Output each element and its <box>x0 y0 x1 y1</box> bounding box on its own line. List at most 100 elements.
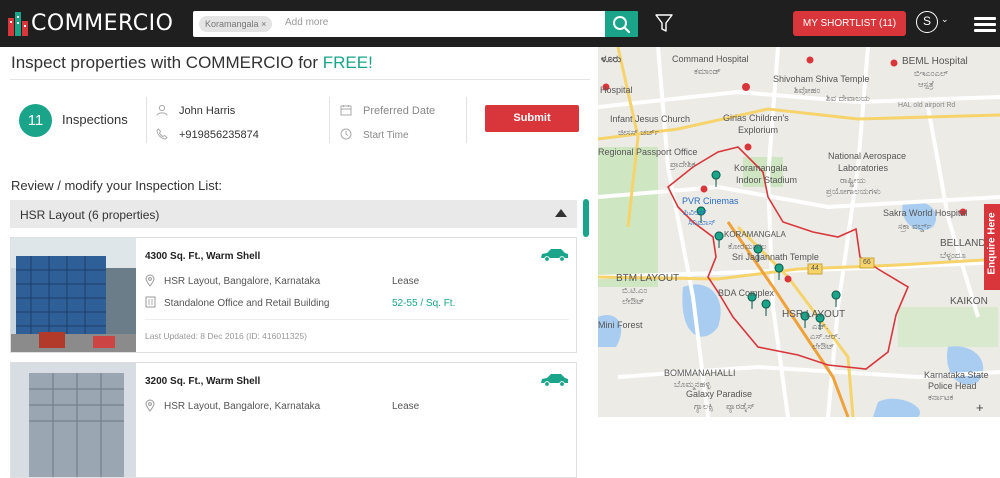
listing-title[interactable]: 3200 Sq. Ft., Warm Shell <box>145 376 260 387</box>
map-label: Sakra World Hospital <box>883 208 968 218</box>
property-card[interactable]: 3200 Sq. Ft., Warm Shell HSR Layout, Ban… <box>10 362 577 478</box>
search-input[interactable]: Add more <box>285 17 328 28</box>
contact-phone[interactable]: +919856235874 <box>179 129 259 141</box>
building-icon <box>145 296 156 308</box>
map-label: ಬಿಇಎಂಎಲ್ <box>914 68 949 78</box>
property-group-header[interactable]: HSR Layout (6 properties) <box>10 200 577 228</box>
property-photo[interactable] <box>11 363 136 477</box>
chip-close-icon[interactable]: × <box>261 19 266 29</box>
map-label: ರಾಷ್ಟ್ರೀಯ <box>840 175 866 185</box>
location-chip[interactable]: Koramangala × <box>199 16 273 32</box>
list-scrollbar[interactable] <box>583 199 589 237</box>
map-label: Police Head <box>928 381 977 391</box>
map-view[interactable]: ಳೂರು Command Hospital ಕಮಾಂಡ್ Shivoham Sh… <box>598 47 1000 417</box>
user-icon <box>156 104 168 116</box>
commercio-logo[interactable]: COMMERCIO <box>8 11 173 36</box>
map-label: ಶಿವ ದೇವಾಲಯ <box>826 93 870 103</box>
map-label: ಪ್ರಾದೇಶಿಕ <box>670 159 696 169</box>
divider <box>329 97 330 143</box>
filter-icon[interactable] <box>655 13 673 33</box>
map-label: BTM LAYOUT <box>616 273 680 284</box>
map-label: ಬಿ.ಟಿ.ಎಂ <box>622 285 648 295</box>
property-card[interactable]: 4300 Sq. Ft., Warm Shell HSR Layout, Ban… <box>10 237 577 353</box>
building-photo <box>11 238 136 352</box>
map-label: ಕಮಾಂಡ್ <box>694 66 721 76</box>
map-label: Explorium <box>738 125 779 135</box>
map-label: ಆಸ್ಪತ್ರೆ <box>918 79 934 89</box>
zoom-in-button[interactable]: + <box>976 400 984 415</box>
highway-number: 66 <box>863 259 871 266</box>
listing-price: 52-55 / Sq. Ft. <box>392 298 456 309</box>
listing-title[interactable]: 4300 Sq. Ft., Warm Shell <box>145 251 260 262</box>
collapse-caret-icon[interactable] <box>555 209 567 217</box>
map-label: ಸಿನಿಮಾಸ್ <box>688 217 716 227</box>
map-label: Girias Children's <box>723 113 789 123</box>
inspection-count-badge: 11 <box>19 104 52 137</box>
page-title-text: Inspect properties with COMMERCIO for <box>11 53 323 72</box>
property-photo[interactable] <box>11 238 136 352</box>
map-label: Infant Jesus Church <box>610 114 691 124</box>
highway-number: 44 <box>811 265 819 272</box>
enquire-here-tab[interactable]: Enquire Here <box>984 204 1000 290</box>
map-label: ಪ್ಯಾರಡೈಸ್ <box>726 401 755 411</box>
divider <box>10 79 590 80</box>
map-label: ಕೋರಮಂಗಲ <box>728 241 767 251</box>
map-label: Regional Passport Office <box>598 147 698 157</box>
building-logo-icon <box>8 11 28 36</box>
listing-location: HSR Layout, Bangalore, Karnataka <box>164 401 321 412</box>
search-button[interactable] <box>605 11 638 37</box>
map-label: PVR Cinemas <box>682 196 739 206</box>
enquire-label: Enquire Here <box>986 212 998 275</box>
page-title: Inspect properties with COMMERCIO for FR… <box>11 53 373 73</box>
hamburger-menu-icon[interactable] <box>974 17 996 35</box>
phone-icon <box>156 128 168 140</box>
map-label: HSR LAYOUT <box>782 309 846 320</box>
map-label: BELLAND <box>940 238 986 249</box>
map-label: ಳೂರು <box>601 54 622 65</box>
map-label: ಶಿವೋಹಂ <box>794 85 821 95</box>
map-label: Indoor Stadium <box>736 175 798 185</box>
review-heading: Review / modify your Inspection List: <box>11 178 222 193</box>
chevron-down-icon[interactable]: ⌄ <box>941 14 949 25</box>
preferred-date-field[interactable]: Preferred Date <box>363 105 435 117</box>
location-search-box[interactable]: Koramangala × Add more <box>193 11 638 37</box>
start-time-field[interactable]: Start Time <box>363 130 409 141</box>
map-label: ಗ್ಯಾಲಕ್ಸಿ <box>694 401 714 411</box>
search-icon <box>613 16 631 34</box>
map-label: Shivoham Shiva Temple <box>773 74 870 84</box>
map-label: KAIKON <box>950 296 988 307</box>
divider <box>146 97 147 143</box>
inspections-label: Inspections <box>62 112 128 127</box>
listing-deal-type: Lease <box>392 401 420 412</box>
map-label: Sri Jagannath Temple <box>732 252 819 262</box>
divider <box>466 97 467 143</box>
map-label: Karnataka State <box>924 370 989 380</box>
calendar-icon <box>340 105 352 116</box>
map-label: ಬೆಳ್ಳಂದೂ <box>940 250 966 260</box>
location-pin-icon <box>145 399 155 412</box>
map-label: ಪ್ರಯೋಗಾಲಯಗಳು <box>826 186 881 196</box>
map-label: ಸಕ್ರಾ ವರ್ಲ್ಡ್ <box>898 221 932 231</box>
building-photo <box>11 363 136 477</box>
car-icon <box>541 374 568 387</box>
logo-text: COMMERCIO <box>31 11 174 36</box>
free-highlight: FREE! <box>322 53 373 72</box>
user-avatar[interactable]: S <box>916 11 938 33</box>
listing-property-type: Standalone Office and Retail Building <box>164 298 330 309</box>
location-pin-icon <box>145 274 155 287</box>
top-navigation-bar: COMMERCIO Koramangala × Add more MY SHOR… <box>0 0 1000 47</box>
map-label: National Aerospace <box>828 151 907 161</box>
map-label: BOMMANAHALLI <box>664 368 736 378</box>
my-shortlist-button[interactable]: MY SHORTLIST (11) <box>793 11 906 36</box>
map-label: Koramangala <box>734 163 788 173</box>
contact-name[interactable]: John Harris <box>179 105 235 117</box>
map-label: Laboratories <box>838 163 889 173</box>
map-label: Command Hospital <box>672 54 749 64</box>
car-icon <box>541 249 568 262</box>
map-label: HAL old airport Rd <box>898 102 956 109</box>
map-label: BEML Hospital <box>902 56 968 67</box>
submit-button[interactable]: Submit <box>485 105 579 132</box>
map-label: Galaxy Paradise <box>686 389 753 399</box>
map-label: BDA Complex <box>718 288 775 298</box>
map-label: KORAMANGALA <box>724 230 786 239</box>
